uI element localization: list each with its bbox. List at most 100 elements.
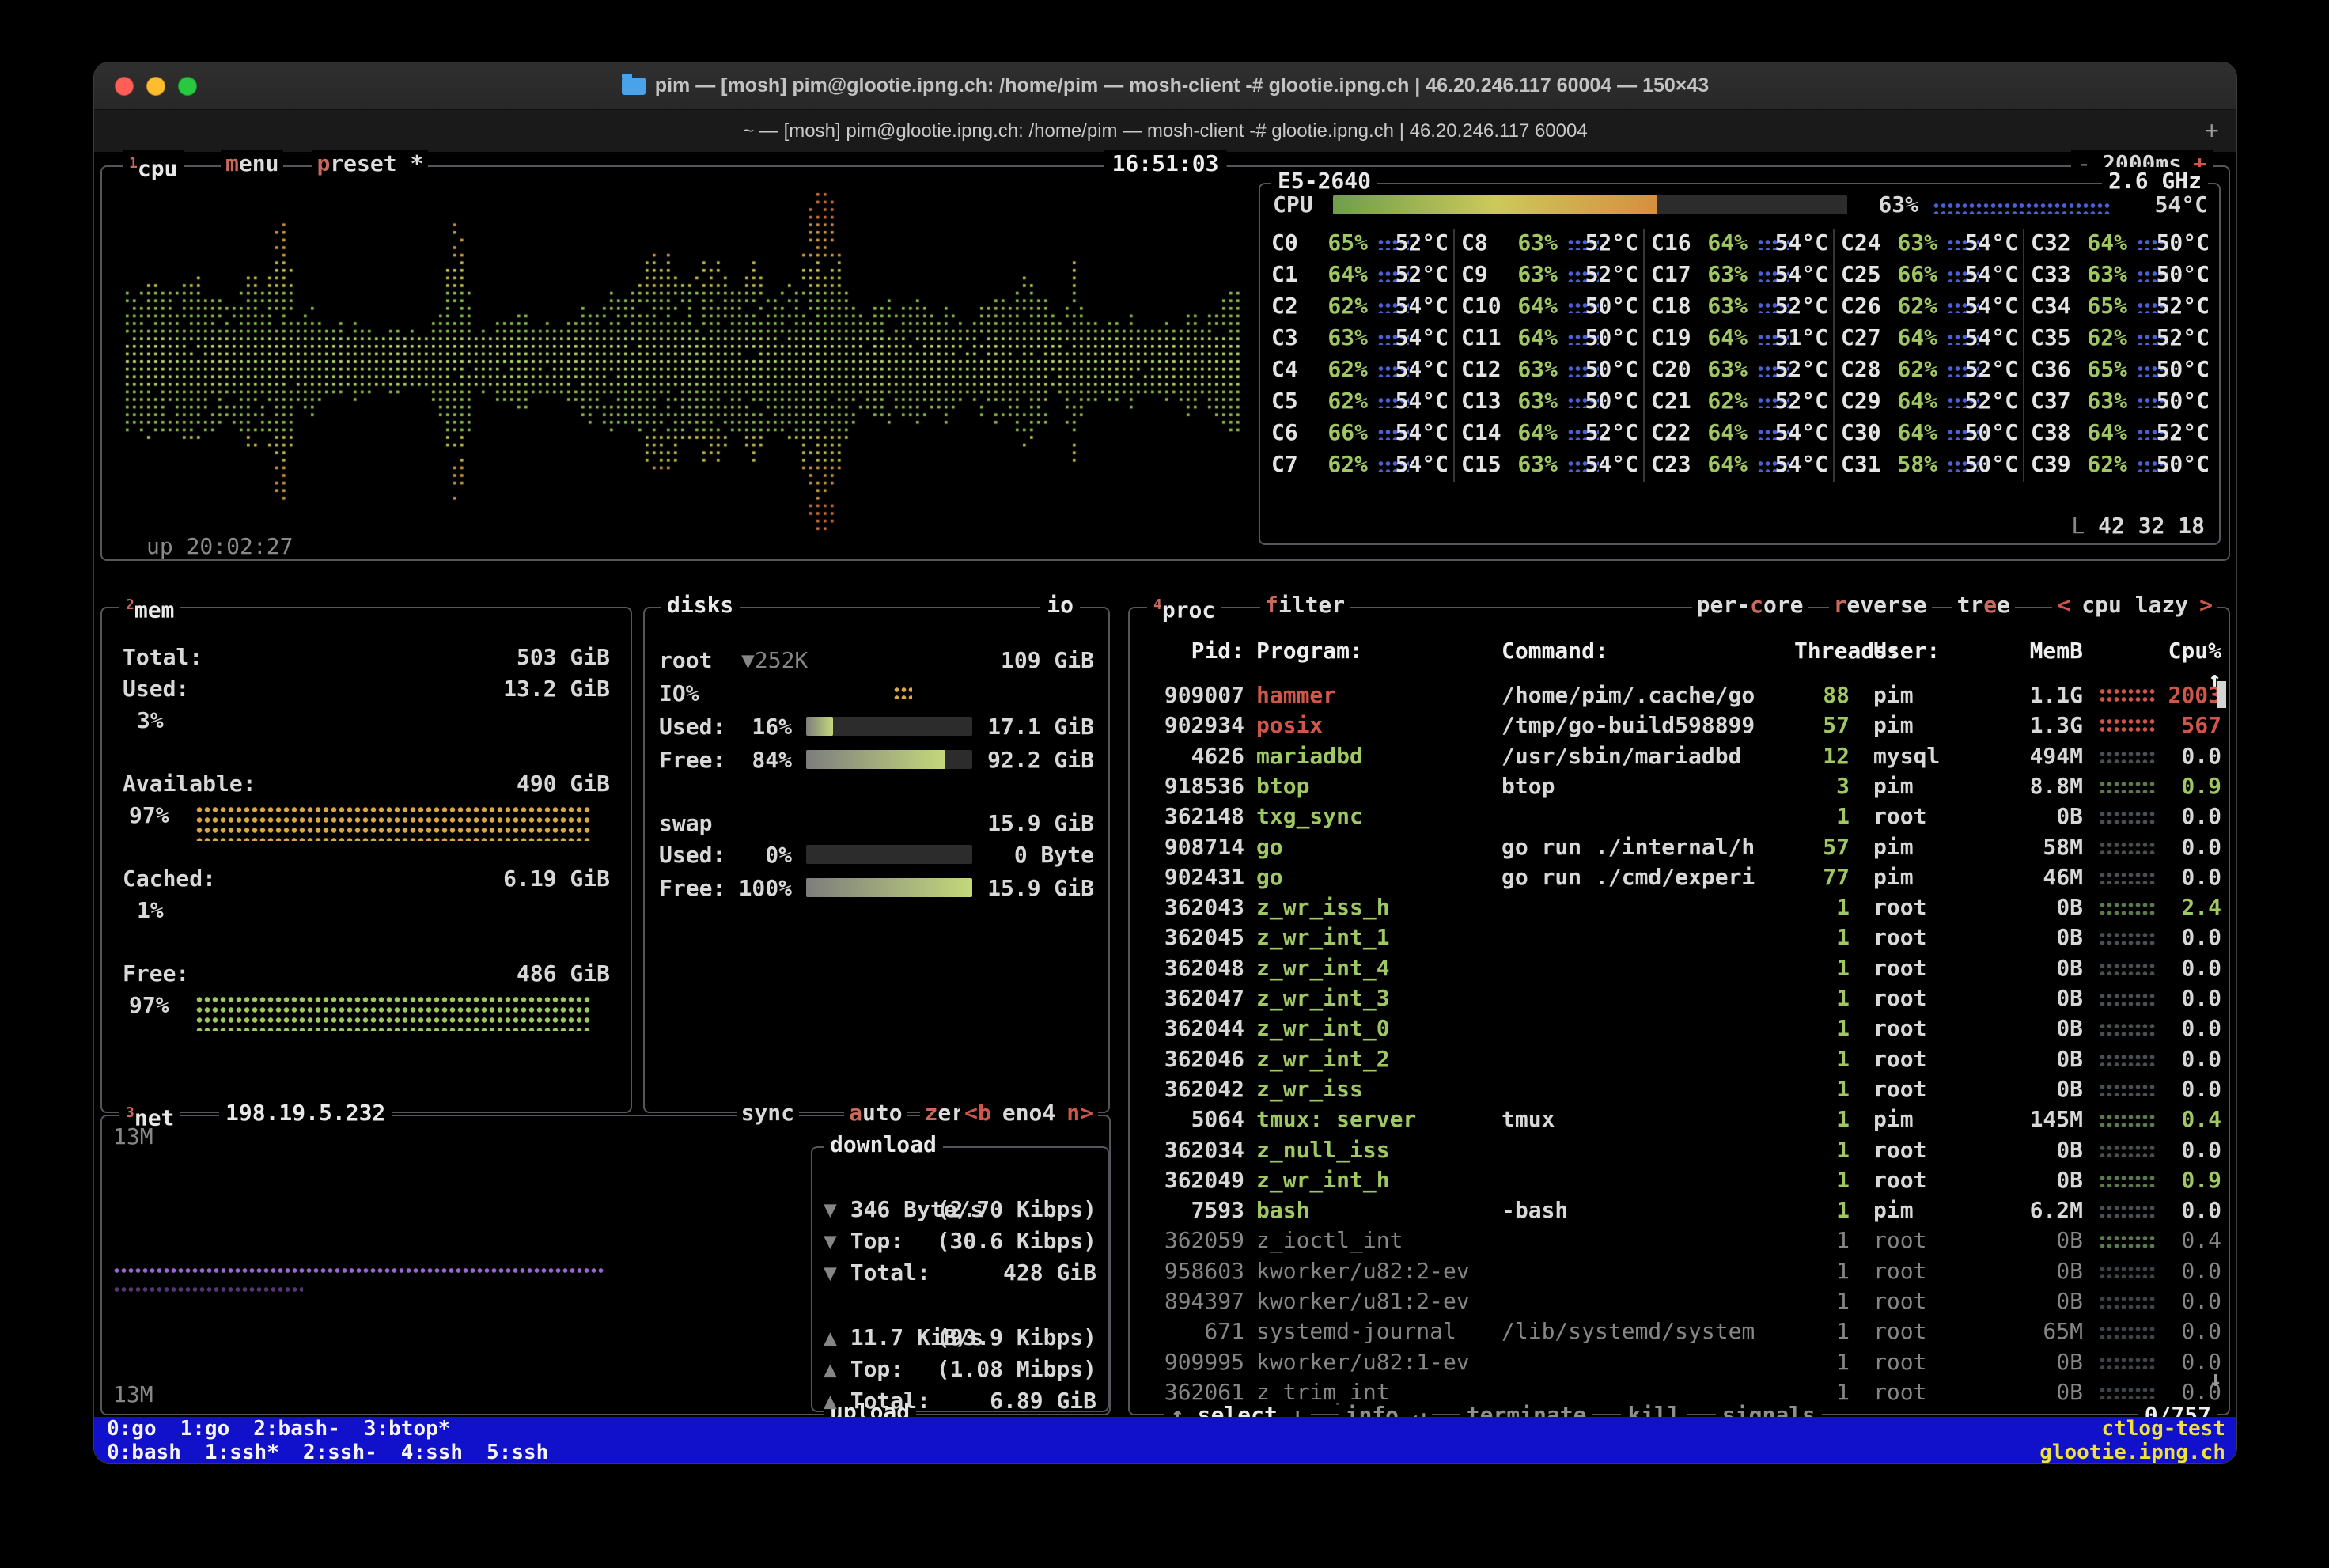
process-row[interactable]: 362046z_wr_int_21root0B0.0 bbox=[1138, 1045, 2221, 1074]
process-row[interactable]: 909995kworker/u82:1-ev1root0B0.0 bbox=[1138, 1348, 2221, 1377]
network-ip: 198.19.5.232 bbox=[219, 1099, 392, 1127]
process-row[interactable]: 918536btopbtop3pim8.8M0.9 bbox=[1138, 772, 2221, 801]
process-row[interactable]: 362059z_ioctl_int1root0B0.4 bbox=[1138, 1226, 2221, 1256]
titlebar[interactable]: pim — [mosh] pim@glootie.ipng.ch: /home/… bbox=[94, 62, 2236, 110]
proc-cpu: 0.0 bbox=[2158, 1287, 2221, 1316]
process-row[interactable]: 902934posix/tmp/go-build59889957pim1.3G5… bbox=[1138, 711, 2221, 740]
tmux-window[interactable]: 5:ssh bbox=[487, 1441, 548, 1464]
net-next-interface-button[interactable]: n> bbox=[1066, 1099, 1093, 1127]
core-name: C13 bbox=[1461, 387, 1502, 415]
scroll-down-icon[interactable]: ↓ bbox=[2209, 1365, 2222, 1393]
process-row[interactable]: 902431gogo run ./cmd/experi77pim46M0.0 bbox=[1138, 863, 2221, 892]
rate-decrease-button[interactable]: - bbox=[2077, 150, 2091, 178]
proc-pid: 362042 bbox=[1138, 1075, 1244, 1104]
download-total-row: ▼ Total: 428 GiB bbox=[824, 1259, 1096, 1287]
proc-mem: 0B bbox=[2008, 954, 2083, 983]
new-tab-button[interactable]: + bbox=[2204, 116, 2219, 146]
core-name: C11 bbox=[1461, 324, 1502, 352]
proc-mem: 1.1G bbox=[2008, 681, 2083, 710]
proc-cpu: 0.4 bbox=[2158, 1105, 2221, 1134]
core-name: C1 bbox=[1271, 260, 1298, 289]
tmux-window[interactable]: 3:btop* bbox=[364, 1417, 451, 1441]
process-row[interactable]: 362047z_wr_int_31root0B0.0 bbox=[1138, 984, 2221, 1013]
core-usage: 58% bbox=[1885, 450, 1937, 479]
proc-threads: 88 bbox=[1794, 681, 1850, 710]
proc-cpu-meter bbox=[2099, 962, 2156, 975]
net-sync-label[interactable]: sync bbox=[737, 1099, 799, 1127]
disk-swap-row: swap 15.9 GiB bbox=[659, 809, 1094, 838]
cpu-core-cell: C1363%50°C bbox=[1458, 387, 1643, 419]
process-row[interactable]: 362043z_wr_iss_h1root0B2.4 bbox=[1138, 893, 2221, 922]
process-row[interactable]: 362044z_wr_int_01root0B0.0 bbox=[1138, 1014, 2221, 1043]
core-usage: 64% bbox=[1885, 387, 1937, 415]
cpu-info-box: E5-2640 2.6 GHz CPU 63% 54°C C065%52°CC1… bbox=[1259, 183, 2221, 545]
mem-cached-value: 6.19 GiB bbox=[503, 865, 610, 893]
tmux-window[interactable]: 1:ssh* bbox=[205, 1441, 279, 1464]
core-temp: 54°C bbox=[1773, 260, 1828, 289]
mem-used-percent: 3% bbox=[137, 706, 164, 735]
process-row[interactable]: 7593bash-bash1pim6.2M0.0 bbox=[1138, 1196, 2221, 1225]
net-prev-interface-button[interactable]: <b bbox=[964, 1099, 991, 1127]
core-name: C18 bbox=[1651, 292, 1691, 320]
process-row[interactable]: 362148txg_sync1root0B0.0 bbox=[1138, 802, 2221, 831]
process-row[interactable]: 958603kworker/u82:2-ev1root0B0.0 bbox=[1138, 1257, 2221, 1286]
zoom-button[interactable] bbox=[178, 77, 197, 96]
process-row[interactable]: 362045z_wr_int_11root0B0.0 bbox=[1138, 923, 2221, 953]
proc-scrollbar-thumb[interactable] bbox=[2217, 681, 2226, 708]
cpu-core-cell: C2264%54°C bbox=[1648, 419, 1833, 450]
net-option-auto[interactable]: auto bbox=[844, 1099, 907, 1127]
tmux-window[interactable]: 0:bash bbox=[107, 1441, 181, 1464]
process-row[interactable]: 908714gogo run ./internal/h57pim58M0.0 bbox=[1138, 833, 2221, 862]
cpu-option-preset-[interactable]: preset * bbox=[312, 150, 428, 178]
cpu-core-cell: C2162%52°C bbox=[1648, 387, 1833, 419]
proc-cpu: 0.0 bbox=[2158, 1045, 2221, 1074]
tmux-window[interactable]: 1:go bbox=[180, 1417, 230, 1441]
tmux-window[interactable]: 4:ssh bbox=[401, 1441, 463, 1464]
proc-user: root bbox=[1873, 1045, 2004, 1074]
cpu-core-cell: C2463%54°C bbox=[1838, 229, 2023, 260]
process-row[interactable]: 362042z_wr_iss1root0B0.0 bbox=[1138, 1075, 2221, 1104]
proc-user: root bbox=[1873, 893, 2004, 922]
tmux-window[interactable]: 2:ssh- bbox=[303, 1441, 377, 1464]
mem-free-label: Free: bbox=[123, 960, 189, 987]
proc-cpu: 0.9 bbox=[2158, 772, 2221, 801]
proc-user: root bbox=[1873, 1014, 2004, 1043]
tab-title[interactable]: ~ — [mosh] pim@glootie.ipng.ch: /home/pi… bbox=[743, 120, 1587, 142]
core-usage: 64% bbox=[2075, 419, 2127, 447]
proc-mem: 0B bbox=[2008, 1378, 2083, 1407]
process-row[interactable]: 362034z_null_iss1root0B0.0 bbox=[1138, 1136, 2221, 1165]
memory-box-title[interactable]: 2mem bbox=[119, 591, 180, 624]
core-name: C10 bbox=[1461, 292, 1502, 320]
cpu-core-cell: C065%52°C bbox=[1268, 229, 1453, 260]
process-row[interactable]: 894397kworker/u81:2-ev1root0B0.0 bbox=[1138, 1287, 2221, 1316]
tmux-window[interactable]: 2:bash- bbox=[253, 1417, 340, 1441]
proc-user: root bbox=[1873, 1226, 2004, 1255]
network-box-number: 3 bbox=[126, 1104, 134, 1121]
core-name: C36 bbox=[2031, 355, 2071, 384]
process-row[interactable]: 671systemd-journal/lib/systemd/system1ro… bbox=[1138, 1317, 2221, 1346]
close-button[interactable] bbox=[115, 77, 134, 96]
process-row[interactable]: 362049z_wr_int_h1root0B0.9 bbox=[1138, 1166, 2221, 1195]
proc-threads: 1 bbox=[1794, 984, 1850, 1013]
cpu-box-title[interactable]: 1cpu bbox=[123, 150, 184, 183]
core-usage: 65% bbox=[1316, 229, 1368, 257]
mem-free-percent: 97% bbox=[129, 991, 169, 1020]
minimize-button[interactable] bbox=[146, 77, 165, 96]
process-row[interactable]: 362048z_wr_int_41root0B0.0 bbox=[1138, 954, 2221, 983]
core-name: C38 bbox=[2031, 419, 2071, 447]
cpu-option-menu[interactable]: menu bbox=[221, 150, 283, 178]
disks-io-title[interactable]: io bbox=[1040, 591, 1080, 619]
core-name: C12 bbox=[1461, 355, 1502, 384]
process-row[interactable]: 909007hammer/home/pim/.cache/go88pim1.1G… bbox=[1138, 681, 2221, 710]
proc-program: z_wr_int_3 bbox=[1256, 984, 1494, 1013]
process-row[interactable]: 4626mariadbd/usr/sbin/mariadbd12mysql494… bbox=[1138, 742, 2221, 771]
disks-box-title[interactable]: disks bbox=[661, 591, 740, 619]
proc-pid: 362049 bbox=[1138, 1166, 1244, 1195]
tmux-window[interactable]: 0:go bbox=[107, 1417, 157, 1441]
process-row[interactable]: 5064tmux: servertmux1pim145M0.4 bbox=[1138, 1105, 2221, 1134]
proc-threads: 1 bbox=[1794, 1317, 1850, 1346]
proc-cpu-meter bbox=[2099, 780, 2156, 793]
core-temp: 54°C bbox=[1393, 419, 1449, 447]
proc-cpu-meter bbox=[2099, 1386, 2156, 1399]
core-temp: 52°C bbox=[1583, 260, 1638, 289]
